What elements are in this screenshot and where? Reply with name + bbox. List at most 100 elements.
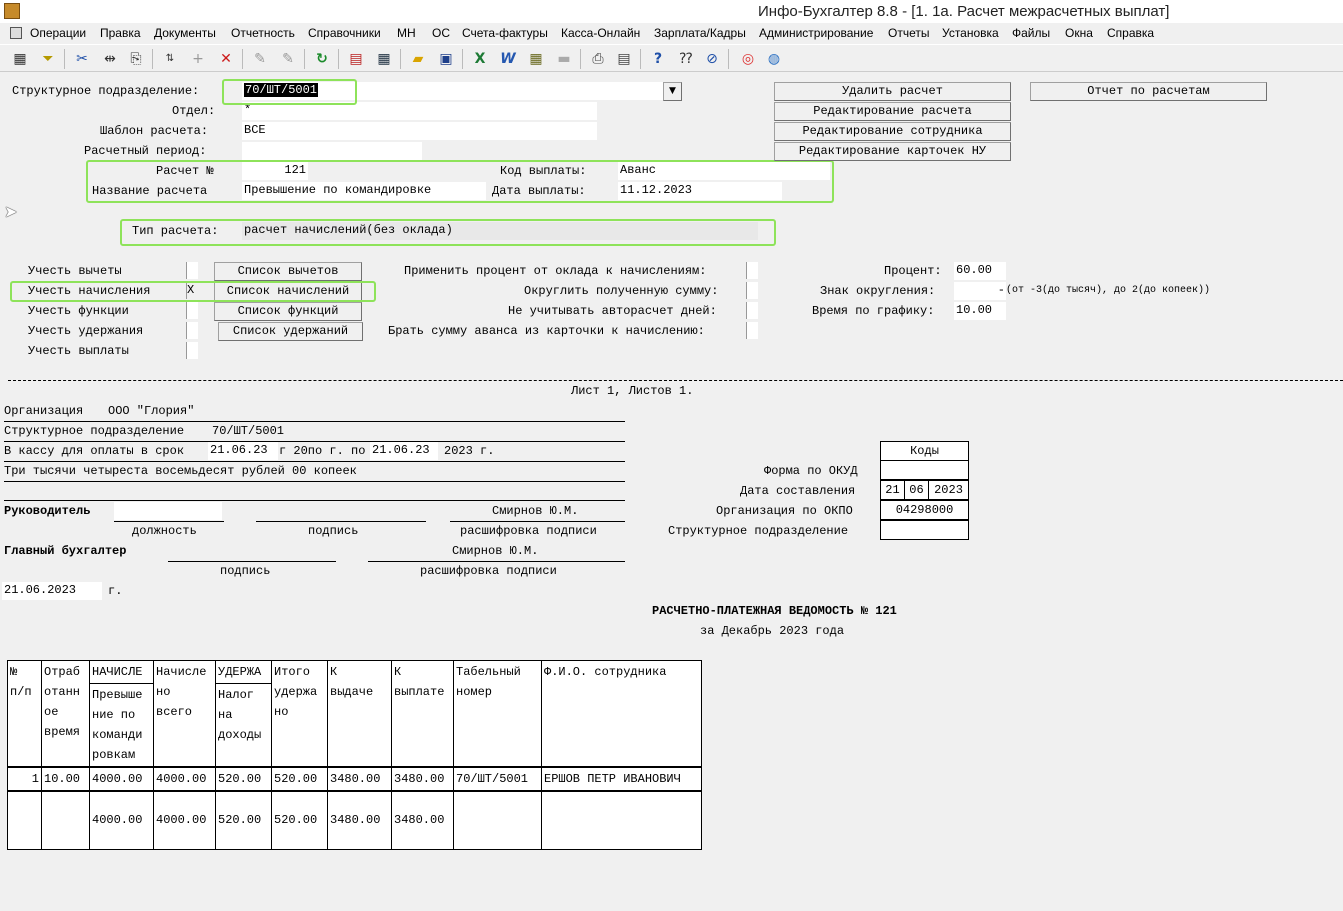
menu-invoices[interactable]: Счета-фактуры: [462, 26, 548, 40]
menu-edit[interactable]: Правка: [100, 26, 141, 40]
schedule-input[interactable]: 10.00: [954, 302, 1006, 320]
functions-list-button[interactable]: Список функций: [214, 302, 362, 321]
deductions-list-button[interactable]: Список вычетов: [214, 262, 362, 281]
menu-references[interactable]: Справочники: [308, 26, 381, 40]
percent-input[interactable]: 60.00: [954, 262, 1006, 280]
cash-to-input[interactable]: 21.06.23: [370, 442, 438, 460]
head-signature-caption: подпись: [308, 524, 359, 538]
compass-icon[interactable]: ⊘: [702, 49, 722, 69]
merge-icon[interactable]: ⇹: [100, 49, 120, 69]
doc-menu-icon[interactable]: [10, 27, 22, 39]
page-separator: [8, 380, 1343, 381]
payments-checkbox[interactable]: [186, 342, 198, 359]
support-icon[interactable]: ◎: [738, 49, 758, 69]
cash-from-input[interactable]: 21.06.23: [208, 442, 278, 460]
take-advance-label: Брать сумму аванса из карточки к начисле…: [388, 324, 705, 338]
edit-employee-button[interactable]: Редактирование сотрудника: [774, 122, 1011, 141]
table-icon[interactable]: ▦: [526, 49, 546, 69]
template-label: Шаблон расчета:: [100, 124, 209, 138]
round-checkbox[interactable]: [746, 282, 758, 299]
deductions-checkbox[interactable]: [186, 262, 198, 279]
menu-bar: Операции Правка Документы Отчетность Спр…: [0, 23, 1343, 43]
doc-date-input[interactable]: 21.06.2023: [2, 582, 102, 600]
word-icon[interactable]: W: [498, 49, 518, 69]
doc-struct-value: 70/ШТ/5001: [212, 424, 285, 438]
menu-documents[interactable]: Документы: [154, 26, 216, 40]
menu-reporting[interactable]: Отчетность: [231, 26, 295, 40]
withholdings-label: Учесть удержания: [28, 324, 144, 338]
context-help-icon[interactable]: ⁇: [676, 49, 696, 69]
pin-icon[interactable]: ✎: [250, 49, 270, 69]
head-decode-caption: расшифровка подписи: [460, 524, 597, 538]
functions-label: Учесть функции: [28, 304, 129, 318]
date-label: Дата составления: [740, 484, 856, 498]
report-icon[interactable]: ▤: [346, 49, 366, 69]
delete-icon[interactable]: ✕: [216, 49, 236, 69]
head-position-caption: должность: [132, 524, 197, 538]
refresh-icon[interactable]: ↻: [312, 49, 332, 69]
menu-os[interactable]: ОС: [432, 26, 450, 40]
preview-icon[interactable]: ▤: [614, 49, 634, 69]
menu-help[interactable]: Справка: [1107, 26, 1154, 40]
round-sign-input[interactable]: -: [954, 282, 1006, 300]
okpo-label: Организация по ОКПО: [716, 504, 853, 518]
save-icon[interactable]: ▣: [436, 49, 456, 69]
template-input[interactable]: ВСЕ: [242, 122, 597, 140]
table-row: 1 10.00 4000.00 4000.00 520.00 520.00 34…: [7, 766, 702, 792]
date-day: 21: [880, 480, 905, 500]
menu-settings[interactable]: Установка: [942, 26, 999, 40]
open-folder-icon[interactable]: ▰: [408, 49, 428, 69]
menu-admin[interactable]: Администрирование: [759, 26, 873, 40]
copy-doc-icon[interactable]: ⎘: [126, 49, 146, 69]
period-input[interactable]: [242, 142, 422, 160]
chief-name: Смирнов Ю.М.: [452, 544, 539, 558]
calculator-icon[interactable]: ▦: [374, 49, 394, 69]
subdiv-value: [880, 520, 969, 540]
menu-mn[interactable]: МН: [397, 26, 416, 40]
deductions-label: Учесть вычеты: [28, 264, 122, 278]
report-calc-button[interactable]: Отчет по расчетам: [1030, 82, 1267, 101]
okud-value: [880, 460, 969, 480]
help-icon[interactable]: ?: [648, 49, 668, 69]
edit-cards-button[interactable]: Редактирование карточек НУ: [774, 142, 1011, 161]
date-year: 2023: [928, 480, 969, 500]
highlight-accruals: [10, 281, 376, 302]
highlight-calc-block: [86, 160, 834, 203]
app-icon[interactable]: [4, 3, 20, 19]
menu-windows[interactable]: Окна: [1065, 26, 1093, 40]
sort-icon[interactable]: ⇅: [160, 49, 180, 69]
window-title: Инфо-Бухгалтер 8.8 - [1. 1а. Расчет межр…: [758, 3, 1170, 20]
functions-checkbox[interactable]: [186, 302, 198, 319]
menu-files[interactable]: Файлы: [1012, 26, 1050, 40]
no-auto-checkbox[interactable]: [746, 302, 758, 319]
date-month: 06: [904, 480, 929, 500]
filter-icon[interactable]: ⏷: [38, 49, 58, 69]
withholdings-list-button[interactable]: Список удержаний: [218, 322, 363, 341]
menu-operations[interactable]: Операции: [30, 26, 86, 40]
calculator-grid-icon[interactable]: ▦: [10, 49, 30, 69]
payments-label: Учесть выплаты: [28, 344, 129, 358]
head-position-input[interactable]: [114, 502, 222, 520]
head-name: Смирнов Ю.М.: [492, 504, 579, 518]
apply-percent-checkbox[interactable]: [746, 262, 758, 279]
add-icon[interactable]: +: [188, 49, 208, 69]
withholdings-checkbox[interactable]: [186, 322, 198, 339]
menu-cash-online[interactable]: Касса-Онлайн: [561, 26, 640, 40]
highlight-type: [120, 219, 776, 246]
take-advance-checkbox[interactable]: [746, 322, 758, 339]
menu-reports[interactable]: Отчеты: [888, 26, 929, 40]
cursor-icon: ➤: [4, 202, 18, 221]
globe-icon[interactable]: ◍: [764, 49, 784, 69]
print-icon[interactable]: ⎙: [588, 49, 608, 69]
cut-icon[interactable]: ✂: [72, 49, 92, 69]
disabled-icon[interactable]: ▬: [554, 49, 574, 69]
pin-off-icon[interactable]: ✎: [278, 49, 298, 69]
excel-icon[interactable]: X: [470, 49, 490, 69]
org-label: Организация: [4, 404, 84, 418]
struct-dropdown-button[interactable]: ▼: [663, 82, 682, 101]
delete-calc-button[interactable]: Удалить расчет: [774, 82, 1011, 101]
col-withhold-group: УДЕРЖА: [215, 660, 272, 684]
menu-salary[interactable]: Зарплата/Кадры: [654, 26, 746, 40]
edit-calc-button[interactable]: Редактирование расчета: [774, 102, 1011, 121]
amount-words: Три тысячи четыреста восемьдесят рублей …: [4, 464, 357, 478]
